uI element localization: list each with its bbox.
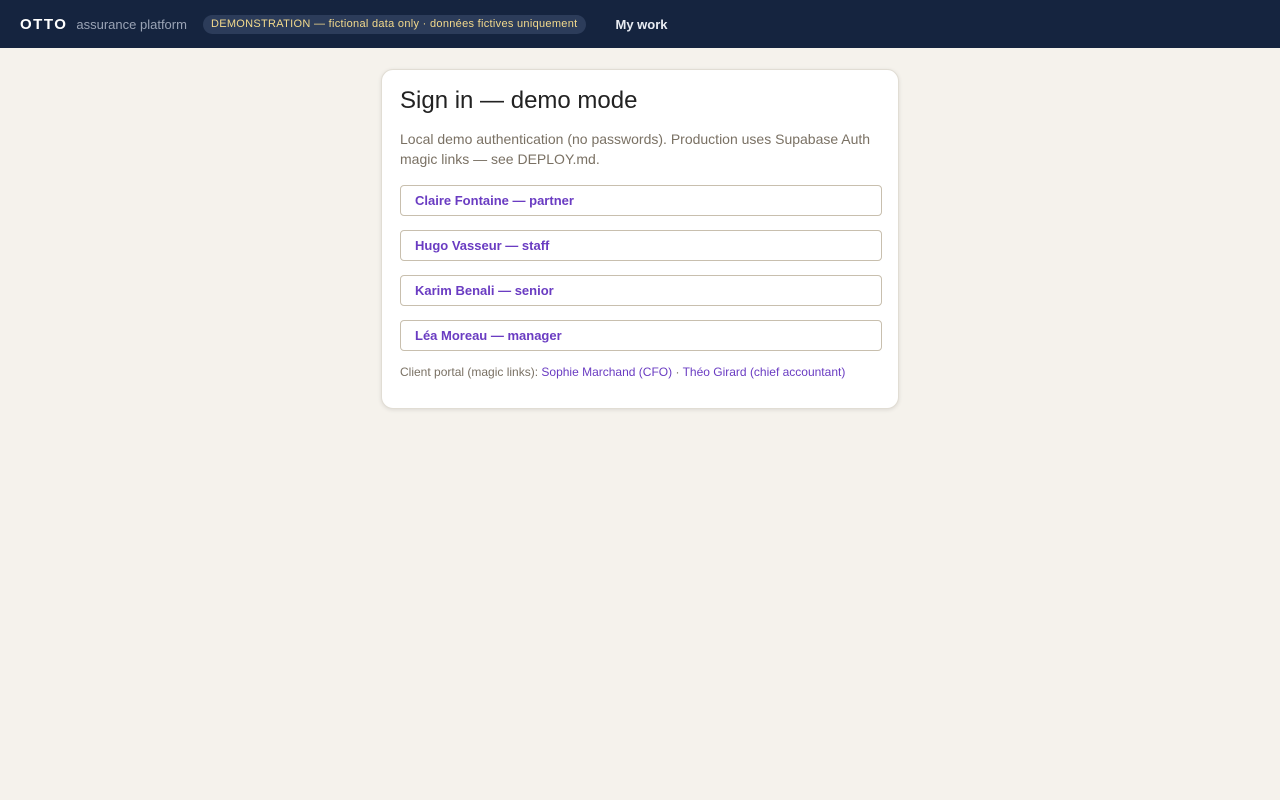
signin-card: Sign in — demo mode Local demo authentic…	[381, 69, 899, 409]
client-portal-label: Client portal (magic links):	[400, 365, 539, 379]
signin-user-button-hugo-vasseur[interactable]: Hugo Vasseur — staff	[400, 230, 882, 261]
signin-user-button-karim-benali[interactable]: Karim Benali — senior	[400, 275, 882, 306]
brand-logo-text: OTTO	[20, 15, 68, 33]
brand-subtitle: assurance platform	[76, 16, 187, 32]
page-title: Sign in — demo mode	[400, 87, 638, 114]
nav-my-work-link[interactable]: My work	[616, 17, 668, 32]
client-portal-links: Client portal (magic links): Sophie Marc…	[400, 365, 880, 379]
client-portal-link-sophie-marchand[interactable]: Sophie Marchand (CFO)	[541, 365, 672, 379]
demo-badge: DEMONSTRATION — fictional data only · do…	[202, 14, 586, 34]
top-navigation-bar: OTTO assurance platform DEMONSTRATION — …	[0, 0, 1280, 48]
signin-description: Local demo authentication (no passwords)…	[400, 131, 871, 167]
signin-user-button-lea-moreau[interactable]: Léa Moreau — manager	[400, 320, 882, 351]
link-separator: ·	[675, 365, 680, 379]
signin-user-button-claire-fontaine[interactable]: Claire Fontaine — partner	[400, 185, 882, 216]
client-portal-link-theo-girard[interactable]: Théo Girard (chief accountant)	[683, 365, 846, 379]
